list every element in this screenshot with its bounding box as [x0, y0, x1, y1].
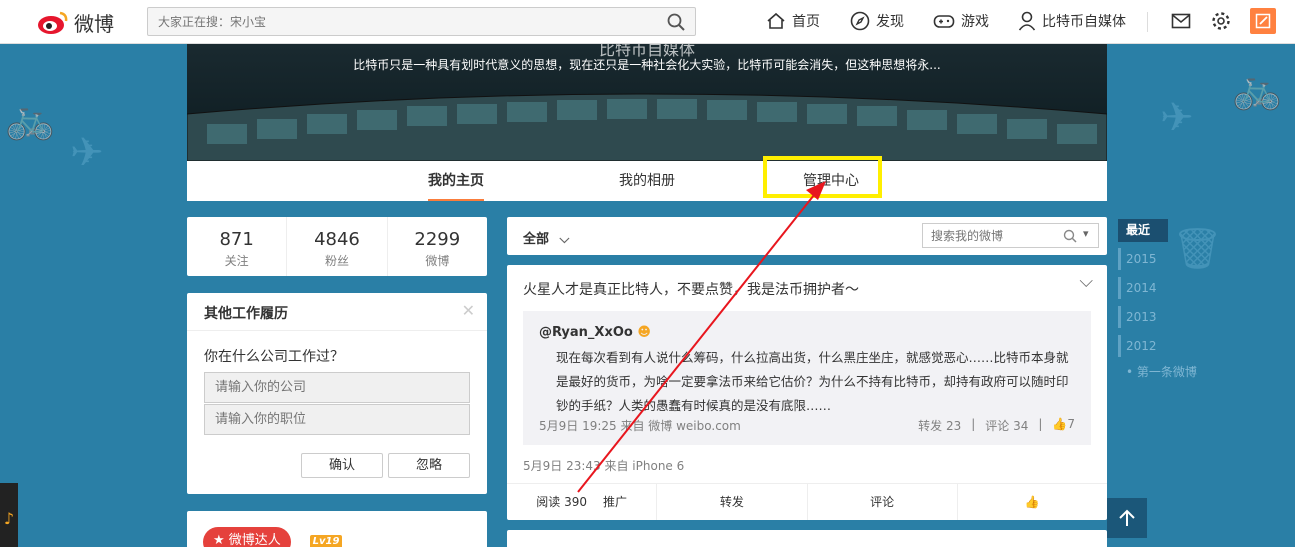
nav-messages[interactable] [1171, 10, 1191, 32]
weibo-logo[interactable]: 微博 [36, 6, 126, 38]
logo-text: 微博 [74, 11, 114, 36]
annotation-arrow [577, 181, 826, 493]
top-nav: 微博 首页 发现 游戏 比特币自媒体 [0, 0, 1295, 44]
nav-profile-label: 比特币自媒体 [1042, 14, 1126, 30]
search-input[interactable] [148, 8, 648, 35]
compose-button[interactable] [1250, 8, 1276, 34]
nav-discover[interactable]: 发现 [850, 10, 904, 32]
search-icon[interactable] [667, 13, 685, 31]
edit-icon [1255, 13, 1271, 29]
user-icon [1018, 11, 1036, 31]
gear-icon [1212, 12, 1230, 30]
compass-icon [850, 11, 870, 31]
global-search[interactable] [147, 7, 696, 36]
gamepad-icon [933, 15, 955, 28]
home-icon [767, 12, 785, 29]
nav-discover-label: 发现 [876, 14, 904, 30]
mail-icon [1171, 13, 1191, 29]
nav-games-label: 游戏 [961, 14, 989, 30]
nav-divider [1147, 12, 1148, 32]
nav-settings[interactable] [1211, 10, 1231, 32]
weibo-eye-icon [38, 11, 68, 34]
nav-home[interactable]: 首页 [766, 10, 820, 32]
nav-games[interactable]: 游戏 [933, 10, 989, 32]
nav-profile[interactable]: 比特币自媒体 [1018, 10, 1126, 32]
nav-home-label: 首页 [792, 14, 820, 30]
